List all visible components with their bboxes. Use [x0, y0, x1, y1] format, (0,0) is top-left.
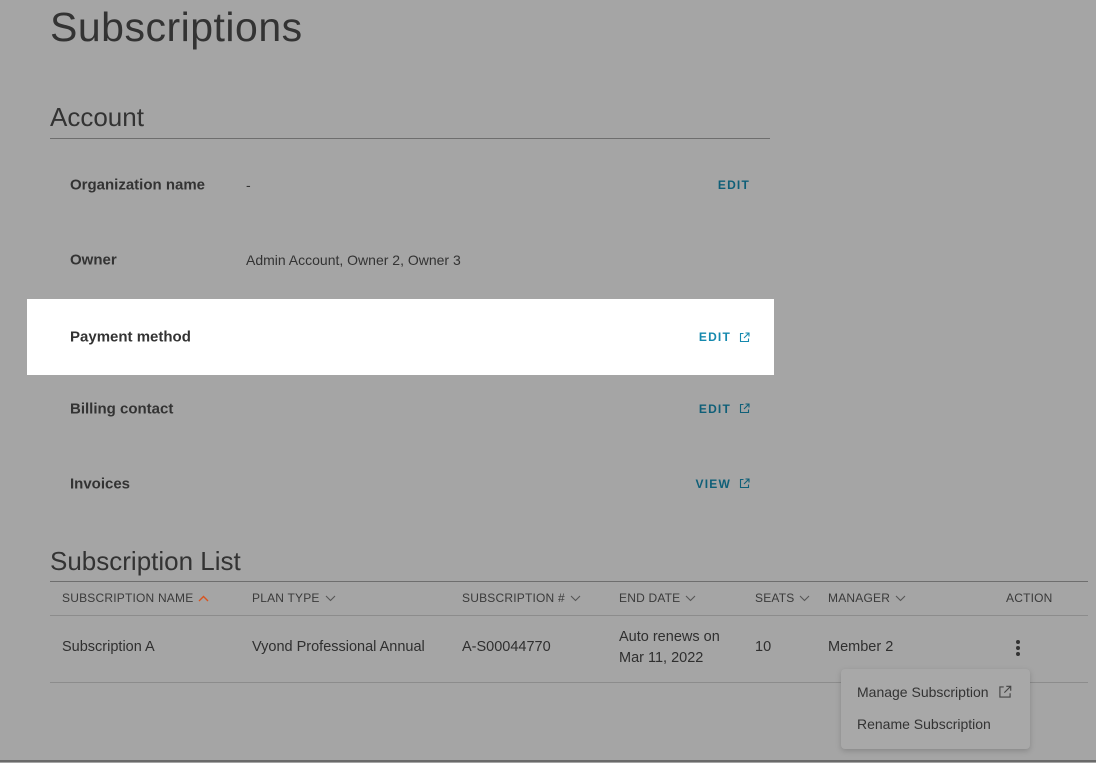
account-row-billing-contact: Billing contact EDIT [27, 371, 774, 446]
edit-payment-method-button[interactable]: EDIT [699, 330, 750, 344]
column-label: END DATE [619, 591, 681, 605]
chevron-down-icon [570, 595, 581, 602]
external-link-icon [998, 685, 1012, 699]
column-header-end-date[interactable]: END DATE [619, 591, 696, 605]
external-link-icon [739, 331, 750, 343]
view-invoices-label: VIEW [695, 476, 731, 491]
account-row-owner: Owner Admin Account, Owner 2, Owner 3 [27, 222, 774, 297]
subscription-name-cell: Subscription A [62, 639, 155, 655]
action-menu: Manage Subscription Rename Subscription [841, 669, 1030, 749]
owner-value: Admin Account, Owner 2, Owner 3 [246, 251, 461, 268]
chevron-down-icon [895, 595, 906, 602]
column-label: SUBSCRIPTION NAME [62, 591, 194, 605]
external-link-icon [739, 403, 750, 414]
page-bottom-border [0, 760, 1096, 762]
edit-billing-contact-label: EDIT [698, 401, 731, 416]
payment-method-label: Payment method [70, 328, 191, 346]
table-top-divider [50, 581, 1088, 582]
column-header-action: ACTION [1006, 591, 1053, 605]
column-label: SEATS [755, 591, 795, 605]
rename-subscription-menu-item[interactable]: Rename Subscription [857, 716, 991, 732]
column-label: ACTION [1006, 591, 1053, 605]
account-row-payment-method: Payment method EDIT [27, 299, 774, 375]
column-header-subscription-name[interactable]: SUBSCRIPTION NAME [62, 591, 209, 605]
page-title: Subscriptions [50, 4, 303, 50]
chevron-down-icon [325, 595, 336, 602]
account-heading: Account [50, 102, 144, 132]
manage-subscription-menu-item[interactable]: Manage Subscription [857, 684, 1012, 700]
view-invoices-button[interactable]: VIEW [696, 477, 750, 491]
end-date-cell: Auto renews on Mar 11, 2022 [619, 627, 720, 669]
account-row-invoices: Invoices VIEW [27, 446, 774, 521]
sort-ascending-icon [198, 595, 209, 602]
column-label: MANAGER [828, 591, 891, 605]
owner-label: Owner [70, 251, 117, 268]
end-date-line-2: Mar 11, 2022 [619, 650, 704, 666]
edit-payment-method-label: EDIT [698, 330, 731, 344]
edit-organization-button[interactable]: EDIT [718, 178, 750, 192]
manage-subscription-label: Manage Subscription [857, 684, 989, 700]
organization-name-label: Organization name [70, 176, 206, 193]
edit-billing-contact-button[interactable]: EDIT [699, 402, 750, 416]
column-header-seats[interactable]: SEATS [755, 591, 810, 605]
column-header-subscription-number[interactable]: SUBSCRIPTION # [462, 591, 581, 605]
account-divider [50, 138, 770, 139]
end-date-line-1: Auto renews on [619, 629, 720, 645]
chevron-down-icon [799, 595, 810, 602]
rename-subscription-label: Rename Subscription [857, 716, 991, 732]
chevron-down-icon [685, 595, 696, 602]
column-header-manager[interactable]: MANAGER [828, 591, 906, 605]
account-row-organization: Organization name - EDIT [27, 147, 774, 222]
organization-name-value: - [246, 176, 251, 193]
invoices-label: Invoices [70, 475, 131, 492]
edit-organization-label: EDIT [717, 177, 750, 192]
billing-contact-label: Billing contact [70, 400, 174, 417]
seats-cell: 10 [755, 639, 772, 655]
column-label: SUBSCRIPTION # [462, 591, 565, 605]
table-header-divider [50, 615, 1088, 616]
external-link-icon [739, 478, 750, 489]
column-label: PLAN TYPE [252, 591, 320, 605]
subscription-number-cell: A-S00044770 [462, 639, 551, 655]
manager-cell: Member 2 [828, 639, 894, 655]
subscription-list-heading: Subscription List [50, 546, 241, 576]
more-actions-icon[interactable] [1010, 637, 1026, 659]
plan-type-cell: Vyond Professional Annual [252, 639, 425, 655]
column-header-plan-type[interactable]: PLAN TYPE [252, 591, 336, 605]
